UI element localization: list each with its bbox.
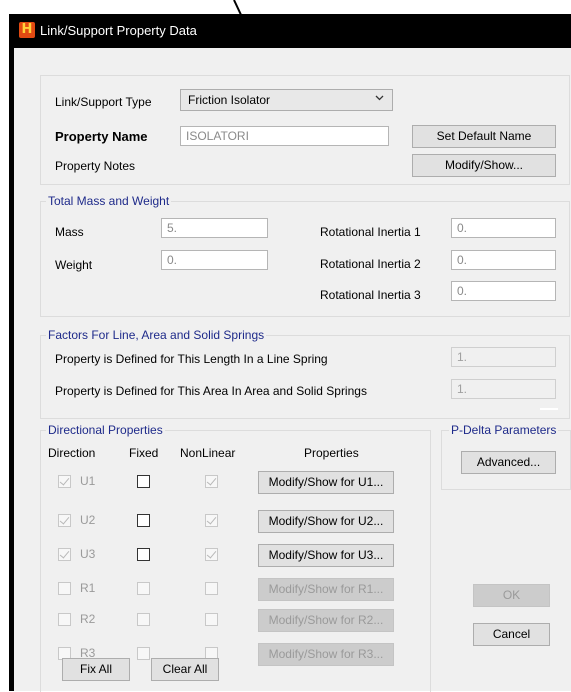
mass-input[interactable]: 5. [161, 218, 268, 238]
modify-notes-button[interactable]: Modify/Show... [412, 154, 556, 177]
fixed-checkbox-u2[interactable] [137, 514, 150, 527]
fix-all-button[interactable]: Fix All [62, 658, 130, 681]
nonlinear-checkbox-r2[interactable] [205, 613, 218, 626]
nonlinear-header: NonLinear [180, 446, 236, 460]
direction-checkbox-u1[interactable] [58, 475, 71, 488]
directional-title: Directional Properties [46, 423, 165, 437]
area-spring-input[interactable]: 1. [451, 379, 556, 399]
direction-checkbox-u3[interactable] [58, 548, 71, 561]
rotational-inertia-1-input[interactable]: 0. [451, 218, 556, 238]
type-label: Link/Support Type [55, 95, 152, 109]
nonlinear-checkbox-u2[interactable] [205, 514, 218, 527]
app-logo-icon: H [19, 22, 35, 38]
properties-header: Properties [304, 446, 359, 460]
nonlinear-checkbox-r1[interactable] [205, 582, 218, 595]
weight-input[interactable]: 0. [161, 250, 268, 270]
direction-label: U2 [80, 513, 96, 527]
direction-label: R2 [80, 612, 96, 626]
modify-show-button-u1[interactable]: Modify/Show for U1... [258, 471, 394, 494]
set-default-name-button[interactable]: Set Default Name [412, 125, 556, 148]
advanced-button[interactable]: Advanced... [461, 451, 556, 474]
factors-title: Factors For Line, Area and Solid Springs [46, 328, 267, 342]
direction-checkbox-u2[interactable] [58, 514, 71, 527]
nonlinear-checkbox-u3[interactable] [205, 548, 218, 561]
rotational-inertia-1-label: Rotational Inertia 1 [320, 225, 421, 239]
window-title: Link/Support Property Data [40, 23, 197, 38]
notes-label: Property Notes [55, 159, 136, 173]
area-spring-label: Property is Defined for This Area In Are… [55, 384, 367, 398]
modify-show-button-u3[interactable]: Modify/Show for U3... [258, 544, 394, 567]
line-spring-label: Property is Defined for This Length In a… [55, 352, 328, 366]
direction-label: U3 [80, 547, 96, 561]
group-edge-highlight [540, 408, 558, 410]
modify-show-button-u2[interactable]: Modify/Show for U2... [258, 510, 394, 533]
modify-show-button-r1[interactable]: Modify/Show for R1... [258, 578, 394, 601]
fixed-checkbox-r3[interactable] [137, 647, 150, 660]
weight-label: Weight [55, 258, 93, 272]
modify-show-button-r2[interactable]: Modify/Show for R2... [258, 609, 394, 632]
modify-show-button-r3[interactable]: Modify/Show for R3... [258, 643, 394, 666]
direction-checkbox-r2[interactable] [58, 613, 71, 626]
rotational-inertia-2-label: Rotational Inertia 2 [320, 257, 421, 271]
pdelta-title: P-Delta Parameters [449, 423, 559, 437]
fixed-checkbox-u1[interactable] [137, 475, 150, 488]
type-value: Friction Isolator [188, 93, 271, 107]
type-dropdown[interactable]: Friction Isolator [180, 89, 393, 111]
cancel-button[interactable]: Cancel [473, 623, 550, 646]
rotational-inertia-3-input[interactable]: 0. [451, 281, 556, 301]
direction-checkbox-r1[interactable] [58, 582, 71, 595]
name-label: Property Name [55, 129, 148, 144]
property-name-input[interactable]: ISOLATORI [180, 126, 389, 146]
clear-all-button[interactable]: Clear All [151, 658, 219, 681]
line-spring-input[interactable]: 1. [451, 347, 556, 367]
fixed-header: Fixed [129, 446, 159, 460]
direction-label: U1 [80, 474, 96, 488]
fixed-checkbox-r2[interactable] [137, 613, 150, 626]
mass-weight-title: Total Mass and Weight [46, 194, 172, 208]
ok-button[interactable]: OK [473, 584, 550, 607]
chevron-down-icon [375, 95, 384, 101]
rotational-inertia-3-label: Rotational Inertia 3 [320, 288, 421, 302]
direction-header: Direction [48, 446, 96, 460]
direction-label: R1 [80, 581, 96, 595]
mass-label: Mass [55, 225, 84, 239]
rotational-inertia-2-input[interactable]: 0. [451, 250, 556, 270]
dialog-client: Link/Support Type Friction Isolator Prop… [14, 48, 571, 692]
nonlinear-checkbox-u1[interactable] [205, 475, 218, 488]
fixed-checkbox-r1[interactable] [137, 582, 150, 595]
fixed-checkbox-u3[interactable] [137, 548, 150, 561]
